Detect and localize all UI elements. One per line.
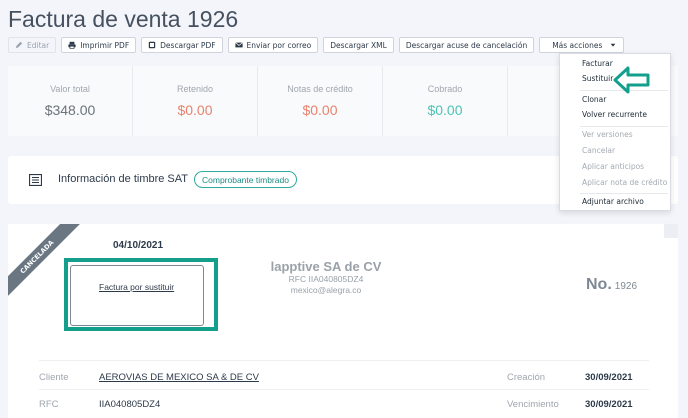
caret-down-icon: [610, 43, 616, 47]
download-ack-button[interactable]: Descargar acuse de cancelación: [398, 37, 535, 53]
detail-row-client: Cliente AEROVIAS DE MEXICO SA & DE CV Cr…: [39, 372, 649, 394]
page-fold: [664, 224, 678, 238]
status-badge: Comprobante timbrado: [194, 171, 297, 188]
summary-collected-value: $0.00: [427, 102, 463, 118]
menu-item-apply-advances[interactable]: Aplicar anticipos: [560, 162, 670, 171]
action-toolbar: Editar Imprimir PDF Descargar PDF Enviar…: [8, 37, 625, 53]
summary-credit-notes-value: $0.00: [302, 102, 338, 118]
summary-credit-notes: Notas de crédito $0.00: [258, 66, 383, 136]
menu-item-attach-file[interactable]: Adjuntar archivo: [560, 197, 670, 206]
menu-separator: [580, 126, 668, 127]
menu-item-make-recurring[interactable]: Volver recurrente: [560, 110, 670, 119]
pdf-icon: [148, 41, 156, 49]
summary-credit-notes-label: Notas de crédito: [287, 84, 353, 94]
page-title: Factura de venta 1926: [8, 6, 239, 32]
rfc-value: IIA040805DZ4: [99, 399, 161, 410]
replace-invoice-box: Factura por sustituir: [70, 265, 204, 326]
due-value: 30/09/2021: [585, 399, 633, 410]
summary-withheld-value: $0.00: [177, 102, 213, 118]
company-email: mexico@alegra.co: [290, 285, 362, 295]
send-email-button[interactable]: Enviar por correo: [227, 37, 319, 53]
company-name: lapptive SA de CV: [270, 259, 382, 274]
invoice-number-value: 1926: [614, 281, 638, 292]
menu-item-apply-credit-note[interactable]: Aplicar nota de crédito: [560, 178, 670, 187]
envelope-icon: [234, 42, 243, 48]
download-pdf-label: Descargar PDF: [160, 40, 216, 50]
send-email-label: Enviar por correo: [246, 40, 312, 50]
divider: [39, 360, 649, 361]
summary-withheld-label: Retenido: [176, 84, 214, 94]
client-link[interactable]: AEROVIAS DE MEXICO SA & DE CV: [99, 372, 259, 383]
summary-total-label: Valor total: [50, 84, 90, 94]
download-xml-label: Descargar XML: [330, 40, 387, 50]
more-actions-button[interactable]: Más acciones: [539, 37, 625, 53]
pencil-icon: [15, 41, 23, 49]
due-label: Vencimiento: [507, 399, 559, 410]
rfc-label: RFC: [39, 399, 59, 410]
replace-invoice-link[interactable]: Factura por sustituir: [99, 282, 174, 292]
invoice-document: CANCELADA 04/10/2021 Factura por sustitu…: [8, 224, 678, 418]
summary-withheld: Retenido $0.00: [133, 66, 258, 136]
print-pdf-button[interactable]: Imprimir PDF: [61, 37, 137, 53]
company-info: lapptive SA de CV RFC IIA040805DZ4 mexic…: [240, 259, 412, 296]
summary-collected: Cobrado $0.00: [383, 66, 508, 136]
invoice-date: 04/10/2021: [113, 240, 164, 251]
created-label: Creación: [507, 372, 546, 383]
summary-total-value: $348.00: [44, 102, 96, 118]
invoice-number: No. 1926: [586, 276, 637, 294]
menu-item-clone[interactable]: Clonar: [560, 95, 670, 104]
client-label: Cliente: [39, 372, 69, 383]
print-pdf-label: Imprimir PDF: [80, 40, 130, 50]
created-value: 30/09/2021: [585, 372, 633, 383]
divider: [39, 389, 649, 390]
detail-row-rfc: RFC IIA040805DZ4 Vencimiento 30/09/2021: [39, 399, 649, 418]
menu-item-cancel[interactable]: Cancelar: [560, 146, 670, 155]
download-ack-label: Descargar acuse de cancelación: [405, 40, 528, 50]
menu-item-view-versions[interactable]: Ver versiones: [560, 130, 670, 139]
edit-button[interactable]: Editar: [8, 37, 57, 53]
more-actions-label: Más acciones: [552, 40, 603, 50]
invoice-number-prefix: No.: [586, 276, 612, 293]
annotation-arrow-icon: [613, 66, 650, 94]
printer-icon: [68, 41, 76, 49]
download-xml-button[interactable]: Descargar XML: [323, 37, 394, 53]
receipt-icon: [29, 174, 42, 186]
menu-separator: [580, 193, 668, 194]
download-pdf-button[interactable]: Descargar PDF: [141, 37, 223, 53]
sat-title: Información de timbre SAT: [58, 173, 189, 185]
company-rfc: RFC IIA040805DZ4: [288, 274, 364, 284]
summary-total: Valor total $348.00: [8, 66, 133, 136]
summary-collected-label: Cobrado: [427, 84, 463, 94]
edit-button-label: Editar: [27, 40, 50, 50]
